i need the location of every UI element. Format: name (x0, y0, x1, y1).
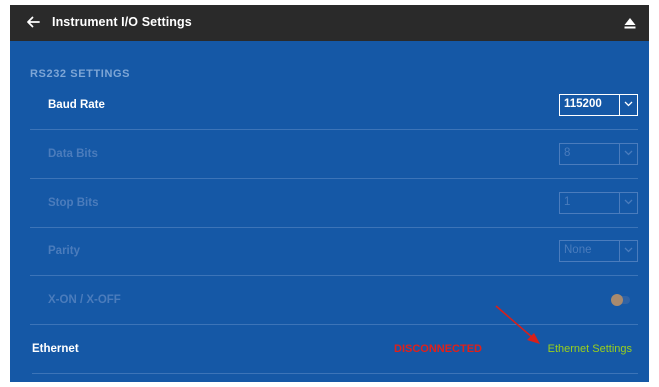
baud-rate-select[interactable]: 115200 (559, 94, 638, 116)
parity-select[interactable]: None (559, 240, 638, 262)
parity-label: Parity (48, 245, 80, 257)
baud-rate-value: 115200 (564, 98, 602, 110)
xon-xoff-row: X-ON / X-OFF (30, 276, 638, 325)
annotation-arrow-icon (495, 305, 540, 344)
baud-rate-dropdown-button[interactable] (619, 95, 637, 115)
top-bar: Instrument I/O Settings (10, 5, 649, 41)
toggle-knob (611, 294, 623, 306)
xon-xoff-toggle[interactable] (611, 294, 630, 306)
arrow-left-icon[interactable] (24, 13, 42, 31)
data-bits-dropdown-button[interactable] (619, 144, 637, 164)
chevron-down-icon (624, 150, 633, 156)
ethernet-status: DISCONNECTED (394, 343, 483, 355)
data-bits-value: 8 (564, 147, 571, 159)
chevron-down-icon (624, 199, 633, 205)
data-bits-row: Data Bits 8 (30, 130, 638, 179)
stop-bits-dropdown-button[interactable] (619, 193, 637, 213)
chevron-down-icon (624, 247, 633, 253)
data-bits-select[interactable]: 8 (559, 143, 638, 165)
parity-value: None (564, 244, 592, 256)
stop-bits-value: 1 (564, 196, 571, 208)
xon-xoff-label: X-ON / X-OFF (48, 294, 121, 306)
data-bits-label: Data Bits (48, 148, 98, 160)
ethernet-row: Ethernet DISCONNECTED Ethernet Settings (32, 325, 638, 374)
parity-dropdown-button[interactable] (619, 241, 637, 261)
stop-bits-label: Stop Bits (48, 197, 99, 209)
page-title: Instrument I/O Settings (52, 15, 192, 29)
baud-rate-label: Baud Rate (48, 99, 105, 111)
stop-bits-row: Stop Bits 1 (30, 179, 638, 228)
baud-rate-row: Baud Rate 115200 (30, 81, 638, 130)
chevron-down-icon (624, 101, 633, 107)
ethernet-settings-link[interactable]: Ethernet Settings (548, 343, 632, 355)
parity-row: Parity None (30, 227, 638, 276)
section-title-rs232: RS232 SETTINGS (30, 68, 131, 80)
stop-bits-select[interactable]: 1 (559, 192, 638, 214)
ethernet-label: Ethernet (32, 343, 79, 355)
eject-icon[interactable] (623, 16, 637, 30)
io-settings-screen: Instrument I/O Settings RS232 SETTINGS B… (10, 5, 649, 382)
